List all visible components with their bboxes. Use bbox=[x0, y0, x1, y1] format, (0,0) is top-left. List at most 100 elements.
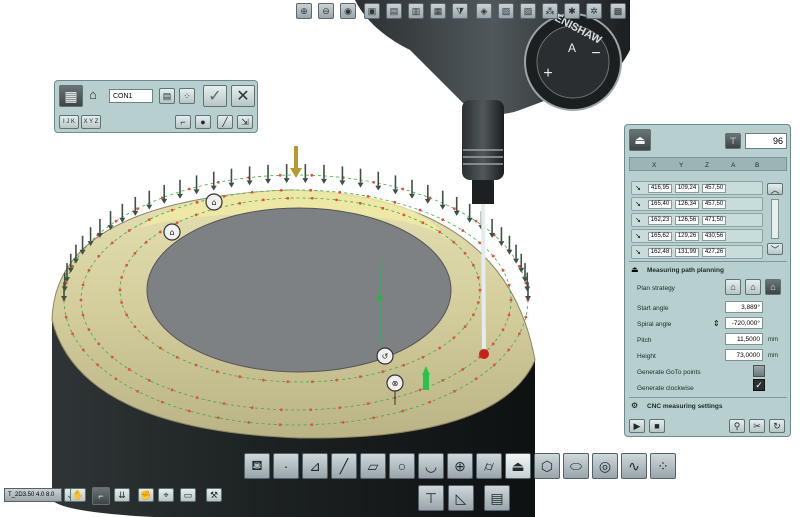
cnc-icon: ⚙ bbox=[631, 401, 639, 410]
view-icon[interactable]: ▤ bbox=[386, 3, 402, 19]
path-point bbox=[381, 206, 385, 210]
path-point bbox=[194, 363, 198, 367]
start-angle-field[interactable]: 3,889° bbox=[725, 301, 763, 313]
view-icon[interactable]: ▩ bbox=[610, 3, 626, 19]
eye-icon[interactable]: ◉ bbox=[340, 3, 356, 19]
grab-button[interactable]: ✊ bbox=[138, 488, 154, 502]
measure-button[interactable]: ◺ bbox=[448, 485, 474, 511]
clockwise-checkbox[interactable]: ✓ bbox=[753, 379, 765, 391]
table-row[interactable]: ↘ 162,48 131,99 427,26 bbox=[631, 245, 763, 259]
probe-tip-tool-button[interactable]: ⛾ bbox=[244, 453, 270, 479]
height-field[interactable]: 73,0000 bbox=[725, 349, 763, 361]
path-point bbox=[524, 315, 528, 319]
zoom-out-icon[interactable]: ⊖ bbox=[318, 3, 334, 19]
plane-tool-button[interactable]: ▱ bbox=[360, 453, 386, 479]
path-point bbox=[421, 355, 425, 359]
point-tool-button[interactable]: · bbox=[273, 453, 299, 479]
cube-icon[interactable]: ◈ bbox=[476, 3, 492, 19]
delete-button[interactable]: ✂ bbox=[749, 419, 765, 433]
table-row[interactable]: ↘ 416,95 109,24 457,50 bbox=[631, 181, 763, 195]
scroll-up-button[interactable]: ︿ bbox=[767, 183, 783, 195]
path-point bbox=[310, 173, 314, 177]
arc-tool-button[interactable]: ◡ bbox=[418, 453, 444, 479]
path-point bbox=[438, 230, 442, 234]
path-point bbox=[261, 198, 265, 202]
table-view-button[interactable]: ▦ bbox=[59, 85, 83, 107]
path-point bbox=[310, 380, 314, 384]
view-icon[interactable]: ▦ bbox=[430, 3, 446, 19]
zoom-in-icon[interactable]: ⊕ bbox=[296, 3, 312, 19]
cnc-settings-label[interactable]: CNC measuring settings bbox=[647, 403, 723, 410]
stop-button[interactable]: ■ bbox=[649, 419, 665, 433]
comment-button[interactable]: ▤ bbox=[159, 88, 175, 104]
hexagon-tool-button[interactable]: ⬡ bbox=[534, 453, 560, 479]
pitch-field[interactable]: 11,5000 bbox=[725, 333, 763, 345]
sphere-tool-button[interactable]: ⊕ bbox=[447, 453, 473, 479]
probe-run-button[interactable]: ⚲ bbox=[729, 419, 745, 433]
strategy-3-button[interactable]: ⌂ bbox=[765, 279, 781, 295]
view-icon[interactable]: ▨ bbox=[520, 3, 536, 19]
refresh-button[interactable]: ↻ bbox=[769, 419, 785, 433]
slot-icon: ⬭ bbox=[570, 457, 582, 474]
scroll-down-button[interactable]: ﹀ bbox=[767, 243, 783, 255]
path-point bbox=[238, 375, 242, 379]
edit-button[interactable]: ╱ bbox=[217, 115, 233, 129]
ijk-button[interactable]: I J K bbox=[59, 115, 79, 129]
surface-point-tool-button[interactable]: ⊿ bbox=[302, 453, 328, 479]
curve-tool-button[interactable]: ∿ bbox=[621, 453, 647, 479]
circle-tool-button[interactable]: ○ bbox=[389, 453, 415, 479]
view-icon[interactable]: ▥ bbox=[408, 3, 424, 19]
strategy-1-button[interactable]: ⌂ bbox=[725, 279, 741, 295]
probe-button[interactable]: ⊤ bbox=[418, 485, 444, 511]
table-row[interactable]: ↘ 162,23 126,56 471,50 bbox=[631, 213, 763, 227]
torus-tool-button[interactable]: ◎ bbox=[592, 453, 618, 479]
hand-icon[interactable]: ✋ bbox=[70, 488, 86, 502]
strategy-2-button[interactable]: ⌂ bbox=[745, 279, 761, 295]
feature-label-2: ⌂ bbox=[163, 223, 181, 241]
toolset-button[interactable]: ⚒ bbox=[206, 488, 222, 502]
probe-tool-button[interactable]: ⊤ bbox=[725, 133, 741, 149]
line-tool-button[interactable]: ╱ bbox=[331, 453, 357, 479]
filter-icon[interactable]: ⧩ bbox=[452, 3, 468, 19]
program-select[interactable]: T_2D3.50 4.0 8.0 bbox=[4, 488, 62, 502]
network-icon[interactable]: ⁂ bbox=[542, 3, 558, 19]
network-icon[interactable]: ✱ bbox=[564, 3, 580, 19]
path-point bbox=[441, 218, 445, 222]
clockwise-label: Generate clockwise bbox=[637, 385, 694, 392]
view-icon[interactable]: ▣ bbox=[364, 3, 380, 19]
path-point bbox=[278, 173, 282, 177]
svg-text:↺: ↺ bbox=[382, 352, 389, 361]
select-button[interactable]: ⌖ bbox=[158, 488, 174, 502]
table-row[interactable]: ↘ 165,62 129,26 430,56 bbox=[631, 229, 763, 243]
step-button[interactable]: ⇊ bbox=[114, 488, 130, 502]
point-cloud-tool-button[interactable]: ⁘ bbox=[650, 453, 676, 479]
target-button[interactable]: ● bbox=[195, 115, 211, 129]
export-button[interactable]: ⇲ bbox=[237, 115, 253, 129]
view-icon[interactable]: ▧ bbox=[498, 3, 514, 19]
scatter-button[interactable]: ⁘ bbox=[179, 88, 195, 104]
scrollbar[interactable] bbox=[771, 199, 779, 239]
cone-tool-button[interactable]: ⏏ bbox=[505, 453, 531, 479]
probe-select-button[interactable]: ⌐ bbox=[175, 115, 191, 129]
spiral-angle-field[interactable]: -720,000° bbox=[725, 317, 763, 329]
xyz-button[interactable]: X Y Z bbox=[81, 115, 101, 129]
feature-name-input[interactable] bbox=[109, 89, 153, 103]
confirm-button[interactable]: ✓ bbox=[203, 85, 227, 107]
path-point bbox=[278, 423, 282, 427]
network-icon[interactable]: ✲ bbox=[586, 3, 602, 19]
slot-tool-button[interactable]: ⬭ bbox=[563, 453, 589, 479]
path-point bbox=[97, 342, 101, 346]
table-cell: 427,26 bbox=[702, 248, 726, 257]
play-button[interactable]: ▶ bbox=[629, 419, 645, 433]
path-point bbox=[261, 378, 265, 382]
cancel-button[interactable]: ✕ bbox=[231, 85, 255, 107]
display-button[interactable]: ▭ bbox=[180, 488, 196, 502]
table-cell: 131,99 bbox=[675, 248, 699, 257]
report-button[interactable]: ▤ bbox=[484, 485, 510, 511]
goto-checkbox[interactable] bbox=[753, 365, 765, 377]
path-point bbox=[509, 298, 513, 302]
move-button[interactable]: ⌐ bbox=[92, 487, 110, 505]
path-point bbox=[471, 263, 475, 267]
table-row[interactable]: ↘ 165,40 126,34 457,50 bbox=[631, 197, 763, 211]
cylinder-tool-button[interactable]: ⌭ bbox=[476, 453, 502, 479]
